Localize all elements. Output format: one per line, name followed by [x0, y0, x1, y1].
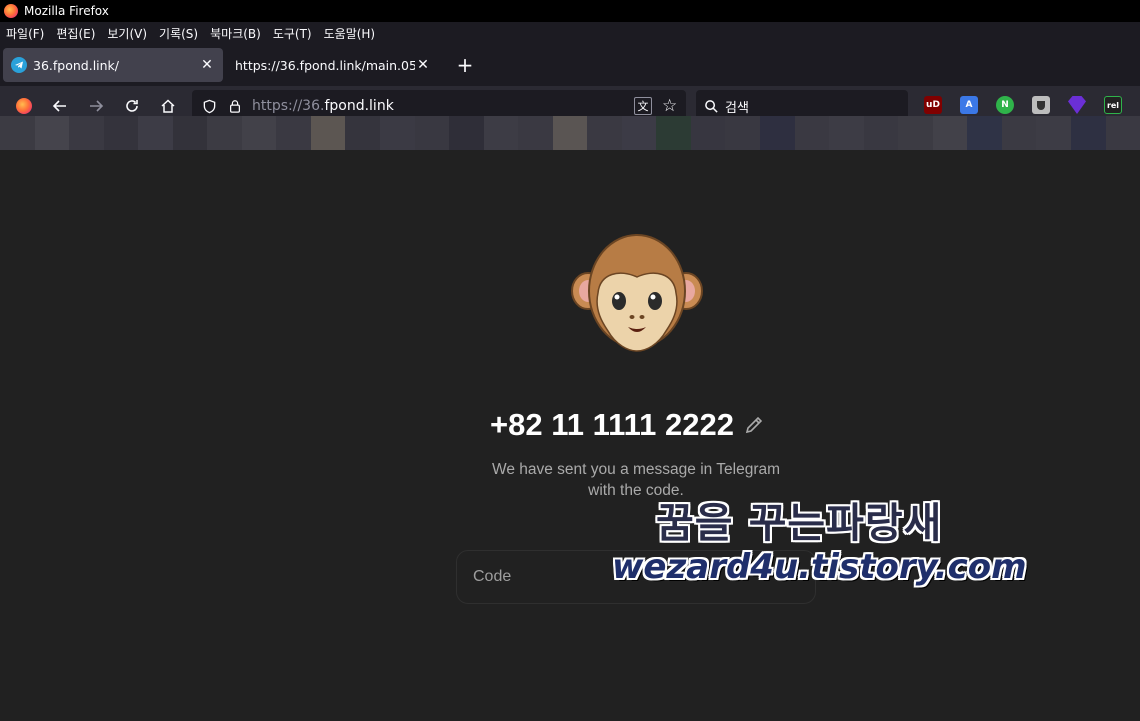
new-tab-button[interactable]: +	[451, 51, 479, 79]
ublock-icon[interactable]: uD	[924, 96, 942, 114]
shield-extension-icon[interactable]	[1032, 96, 1050, 114]
translate-icon[interactable]: A	[960, 96, 978, 114]
menu-tools[interactable]: 도구(T)	[273, 25, 312, 42]
tab-telegram[interactable]: 36.fpond.link/ ✕	[3, 48, 223, 82]
arrow-right-icon	[90, 100, 104, 112]
monkey-icon	[571, 234, 703, 352]
firefox-logo-icon	[4, 4, 18, 18]
edit-pencil-icon[interactable]	[744, 415, 764, 435]
menu-view[interactable]: 보기(V)	[107, 25, 147, 42]
menu-edit[interactable]: 편집(E)	[56, 25, 95, 42]
message-line-1: We have sent you a message in Telegram	[491, 461, 781, 478]
purple-extension-icon[interactable]	[1068, 96, 1086, 114]
tab-title: https://36.fpond.link/main.0535ee2	[235, 57, 415, 73]
n-extension-icon[interactable]: N	[996, 96, 1014, 114]
menu-bar: 파일(F) 편집(E) 보기(V) 기록(S) 북마크(B) 도구(T) 도움말…	[0, 22, 1140, 44]
phone-number: +82 11 1111 2222	[490, 407, 764, 443]
close-tab-icon[interactable]: ✕	[415, 57, 431, 73]
window-title: Mozilla Firefox	[24, 4, 109, 18]
menu-file[interactable]: 파일(F)	[6, 25, 44, 42]
telegram-login-page: +82 11 1111 2222 We have sent you a mess…	[0, 151, 1140, 721]
url-host: fpond.link	[324, 98, 394, 114]
url-prefix: https://36.	[252, 98, 325, 114]
star-bookmark-icon[interactable]: ☆	[662, 97, 680, 115]
arrow-left-icon	[52, 100, 66, 112]
search-icon	[705, 99, 718, 113]
menu-help[interactable]: 도움말(H)	[324, 25, 376, 42]
window-titlebar: Mozilla Firefox	[0, 0, 1140, 22]
reload-icon	[126, 100, 138, 112]
tab-main-js[interactable]: https://36.fpond.link/main.0535ee2 ✕	[227, 48, 439, 82]
telegram-icon	[11, 57, 27, 73]
home-icon	[161, 99, 175, 113]
lock-icon[interactable]	[226, 97, 244, 115]
close-tab-icon[interactable]: ✕	[199, 57, 215, 73]
page-translate-icon[interactable]: 文	[634, 97, 652, 115]
menu-bookmarks[interactable]: 북마크(B)	[210, 25, 261, 42]
phone-number-text: +82 11 1111 2222	[490, 407, 734, 442]
watermark-korean: 꿈을 꾸는파랑새	[656, 499, 943, 547]
tab-title: 36.fpond.link/	[33, 57, 120, 73]
menu-history[interactable]: 기록(S)	[159, 25, 198, 42]
watermark-url: wezard4u.tistory.com	[612, 547, 1027, 587]
url-text[interactable]: https://36.fpond.link	[252, 98, 634, 114]
tab-strip: 36.fpond.link/ ✕ https://36.fpond.link/m…	[0, 44, 1140, 86]
search-placeholder: 검색	[725, 100, 749, 116]
tracking-shield-icon[interactable]	[200, 97, 218, 115]
pixelated-bookmarks-toolbar	[0, 116, 1140, 150]
rel-extension-icon[interactable]: rel	[1104, 96, 1122, 114]
